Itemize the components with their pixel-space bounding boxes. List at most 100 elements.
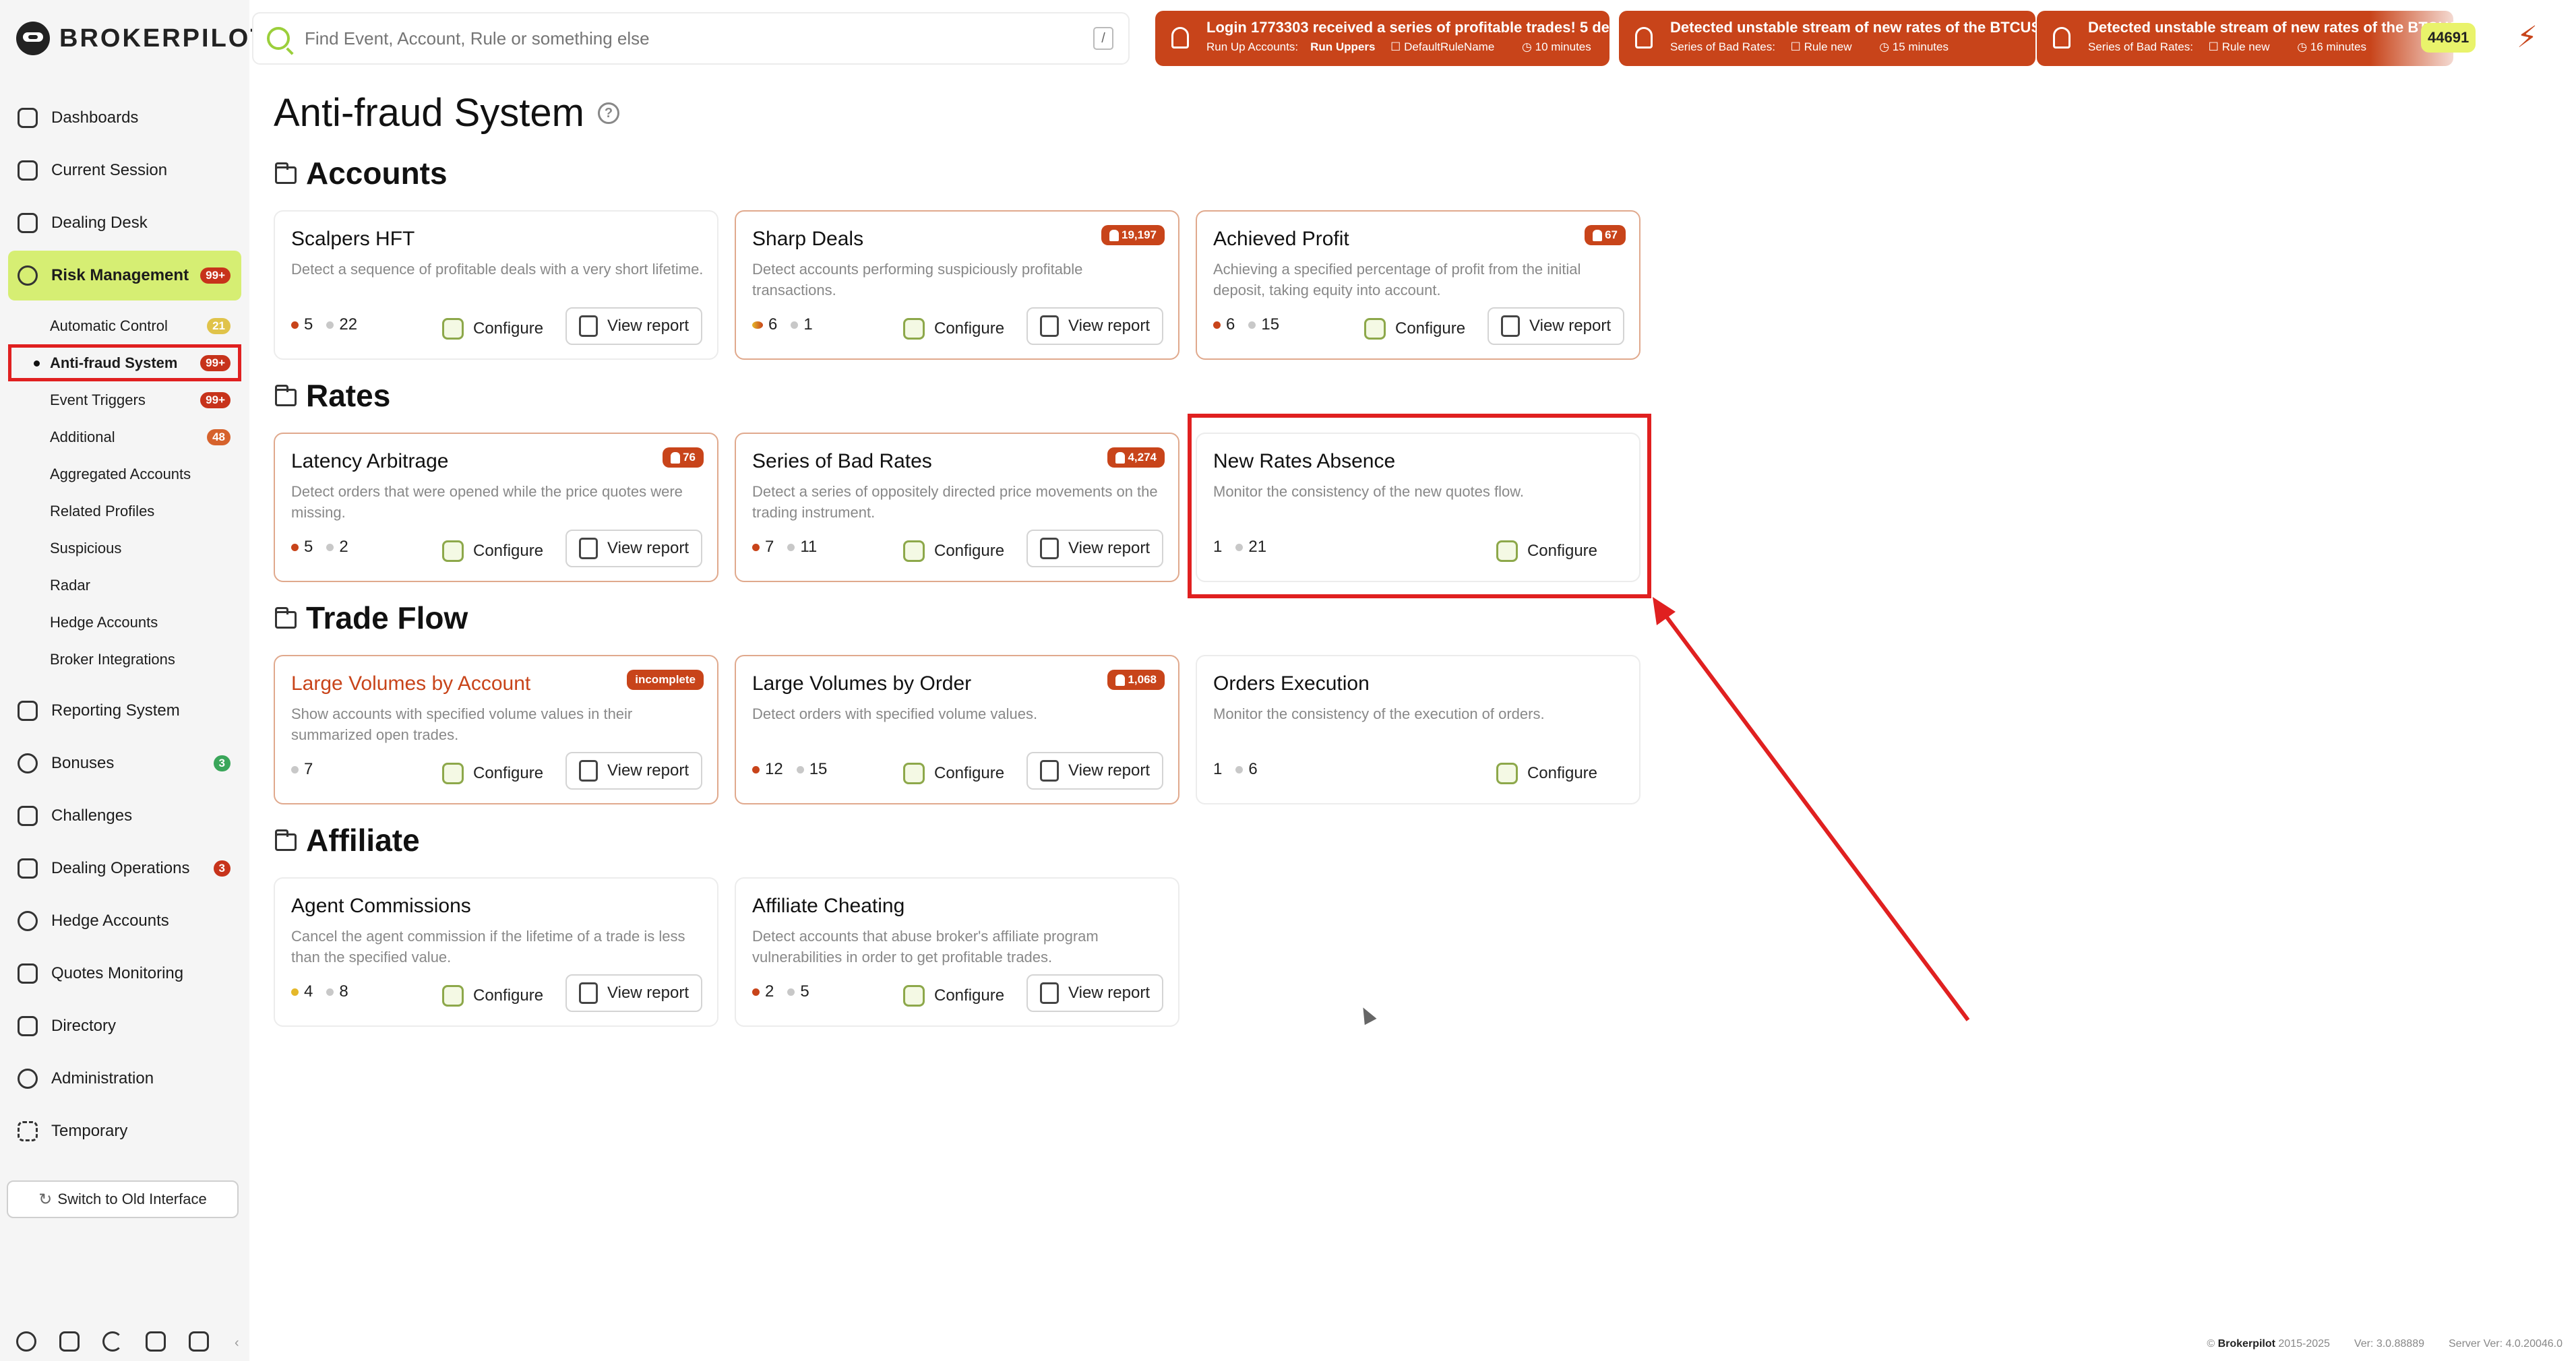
nav-challenges[interactable]: Challenges <box>8 790 241 842</box>
nav-dashboards[interactable]: Dashboards <box>8 92 241 144</box>
lightning-icon[interactable]: ⚡︎ <box>2517 20 2538 55</box>
nav-administration[interactable]: Administration <box>8 1052 241 1105</box>
notification-toast[interactable]: Detected unstable stream of new rates of… <box>1619 11 2035 66</box>
sub-radar[interactable]: Radar <box>8 567 241 604</box>
sub-broker-integrations[interactable]: Broker Integrations <box>8 641 241 678</box>
view-report-button[interactable]: View report <box>565 974 702 1012</box>
search-input[interactable] <box>305 28 1080 49</box>
configure-button[interactable]: Configure <box>1364 318 1465 340</box>
desk-icon <box>18 213 38 233</box>
bar-chart-icon <box>18 963 38 984</box>
global-search[interactable]: / <box>252 12 1130 65</box>
sub-anti-fraud-system[interactable]: Anti-fraud System 99+ <box>8 344 241 381</box>
card-latency-arbitrage[interactable]: Latency Arbitrage 76 Detect orders that … <box>274 433 718 582</box>
configure-label: Configure <box>473 319 544 338</box>
configure-button[interactable]: Configure <box>903 540 1004 562</box>
active-count: 7 <box>765 538 774 556</box>
inactive-count: 5 <box>800 982 809 1001</box>
sub-label: Suspicious <box>50 539 122 557</box>
nav-quotes-monitoring[interactable]: Quotes Monitoring <box>8 947 241 1000</box>
nav-directory[interactable]: Directory <box>8 1000 241 1052</box>
sub-suspicious[interactable]: Suspicious <box>8 530 241 567</box>
sub-event-triggers[interactable]: Event Triggers 99+ <box>8 381 241 418</box>
active-dot-icon <box>752 765 760 773</box>
nav-reporting-system[interactable]: Reporting System <box>8 685 241 737</box>
card-achieved-profit[interactable]: Achieved Profit 67 Achieving a specified… <box>1196 210 1640 360</box>
view-report-button[interactable]: View report <box>1026 307 1163 345</box>
nav-temporary[interactable]: Temporary <box>8 1105 241 1158</box>
folder-icon <box>275 607 297 629</box>
server-version: Server Ver: 4.0.20046.0 <box>2449 1338 2563 1350</box>
view-report-button[interactable]: View report <box>565 307 702 345</box>
notification-counter[interactable]: 44691 <box>2421 23 2476 53</box>
configure-button[interactable]: Configure <box>442 763 543 784</box>
view-report-button[interactable]: View report <box>1026 530 1163 567</box>
card-title: Series of Bad Rates <box>752 450 932 472</box>
collapse-sidebar-icon[interactable]: ‹ <box>235 1335 239 1351</box>
nav-dealing-operations[interactable]: Dealing Operations 3 <box>8 842 241 895</box>
card-large-volumes-by-account[interactable]: Large Volumes by Account incomplete Show… <box>274 655 718 804</box>
moon-icon[interactable] <box>102 1331 123 1352</box>
card-title: Large Volumes by Order <box>752 672 972 695</box>
book-icon <box>18 1016 38 1036</box>
sub-hedge-accounts[interactable]: Hedge Accounts <box>8 604 241 641</box>
notification-meta-label: Run Up Accounts: <box>1206 40 1299 53</box>
configure-icon <box>903 763 925 784</box>
card-series-of-bad-rates[interactable]: Series of Bad Rates 4,274 Detect a serie… <box>735 433 1179 582</box>
help-icon[interactable]: ? <box>597 102 619 124</box>
card-affiliate-cheating[interactable]: Affiliate Cheating Detect accounts that … <box>735 877 1179 1027</box>
sub-additional[interactable]: Additional 48 <box>8 418 241 455</box>
card-scalpers-hft[interactable]: Scalpers HFT Detect a sequence of profit… <box>274 210 718 360</box>
card-title: Affiliate Cheating <box>752 895 905 917</box>
configure-button[interactable]: Configure <box>442 318 543 340</box>
nav-bonuses[interactable]: Bonuses 3 <box>8 737 241 790</box>
nav-risk-management[interactable]: Risk Management 99+ <box>8 251 241 300</box>
nav-dealing-desk[interactable]: Dealing Desk <box>8 197 241 249</box>
monitor-icon[interactable] <box>59 1331 80 1352</box>
configure-button[interactable]: Configure <box>903 318 1004 340</box>
configure-button[interactable]: Configure <box>442 540 543 562</box>
switch-old-interface-button[interactable]: ↻ Switch to Old Interface <box>7 1180 239 1218</box>
view-report-button[interactable]: View report <box>565 752 702 790</box>
mute-animation-icon[interactable] <box>146 1331 166 1352</box>
settings-icon[interactable] <box>16 1331 36 1352</box>
notification-toast[interactable]: Login 1773303 received a series of profi… <box>1155 11 1609 66</box>
view-report-button[interactable]: View report <box>1488 307 1624 345</box>
configure-button[interactable]: Configure <box>903 763 1004 784</box>
card-orders-execution[interactable]: Orders Execution Monitor the consistency… <box>1196 655 1640 804</box>
card-large-volumes-by-order[interactable]: Large Volumes by Order 1,068 Detect orde… <box>735 655 1179 804</box>
globe-icon <box>18 911 38 931</box>
report-icon <box>1040 760 1060 782</box>
logout-icon[interactable] <box>189 1331 209 1352</box>
card-agent-commissions[interactable]: Agent Commissions Cancel the agent commi… <box>274 877 718 1027</box>
inactive-count: 15 <box>809 760 828 778</box>
active-dot-icon <box>1213 321 1221 329</box>
nav-current-session[interactable]: Current Session <box>8 144 241 197</box>
notification-toast[interactable]: Detected unstable stream of new rates of… <box>2037 11 2453 66</box>
nav-hedge-accounts[interactable]: Hedge Accounts <box>8 895 241 947</box>
active-count: 6 <box>1226 315 1235 334</box>
notification-meta: Run Up Accounts: Run Uppers ☐ DefaultRule… <box>1206 40 1609 54</box>
sub-badge: 99+ <box>200 391 231 408</box>
report-icon <box>579 760 599 782</box>
view-report-button[interactable]: View report <box>565 530 702 567</box>
bell-icon <box>1171 27 1189 49</box>
brand-logo[interactable]: BROKERPILOT <box>16 20 268 57</box>
sub-related-profiles[interactable]: Related Profiles <box>8 493 241 530</box>
configure-button[interactable]: Configure <box>1496 763 1597 784</box>
time-ago: 16 minutes <box>2310 40 2366 53</box>
inactive-dot-icon <box>1248 321 1256 329</box>
notification-time: ◷ 15 minutes <box>1879 40 1949 53</box>
sub-aggregated-accounts[interactable]: Aggregated Accounts <box>8 455 241 493</box>
card-sharp-deals[interactable]: Sharp Deals 19,197 Detect accounts perfo… <box>735 210 1179 360</box>
card-description: Show accounts with specified volume valu… <box>291 705 633 743</box>
sub-automatic-control[interactable]: Automatic Control 21 <box>8 307 241 344</box>
configure-button[interactable]: Configure <box>442 985 543 1007</box>
report-icon <box>579 982 599 1004</box>
sub-label: Hedge Accounts <box>50 613 158 631</box>
view-report-button[interactable]: View report <box>1026 974 1163 1012</box>
view-report-button[interactable]: View report <box>1026 752 1163 790</box>
configure-button[interactable]: Configure <box>903 985 1004 1007</box>
bell-icon <box>2053 27 2071 49</box>
rule-counts: 5 22 <box>291 315 357 334</box>
